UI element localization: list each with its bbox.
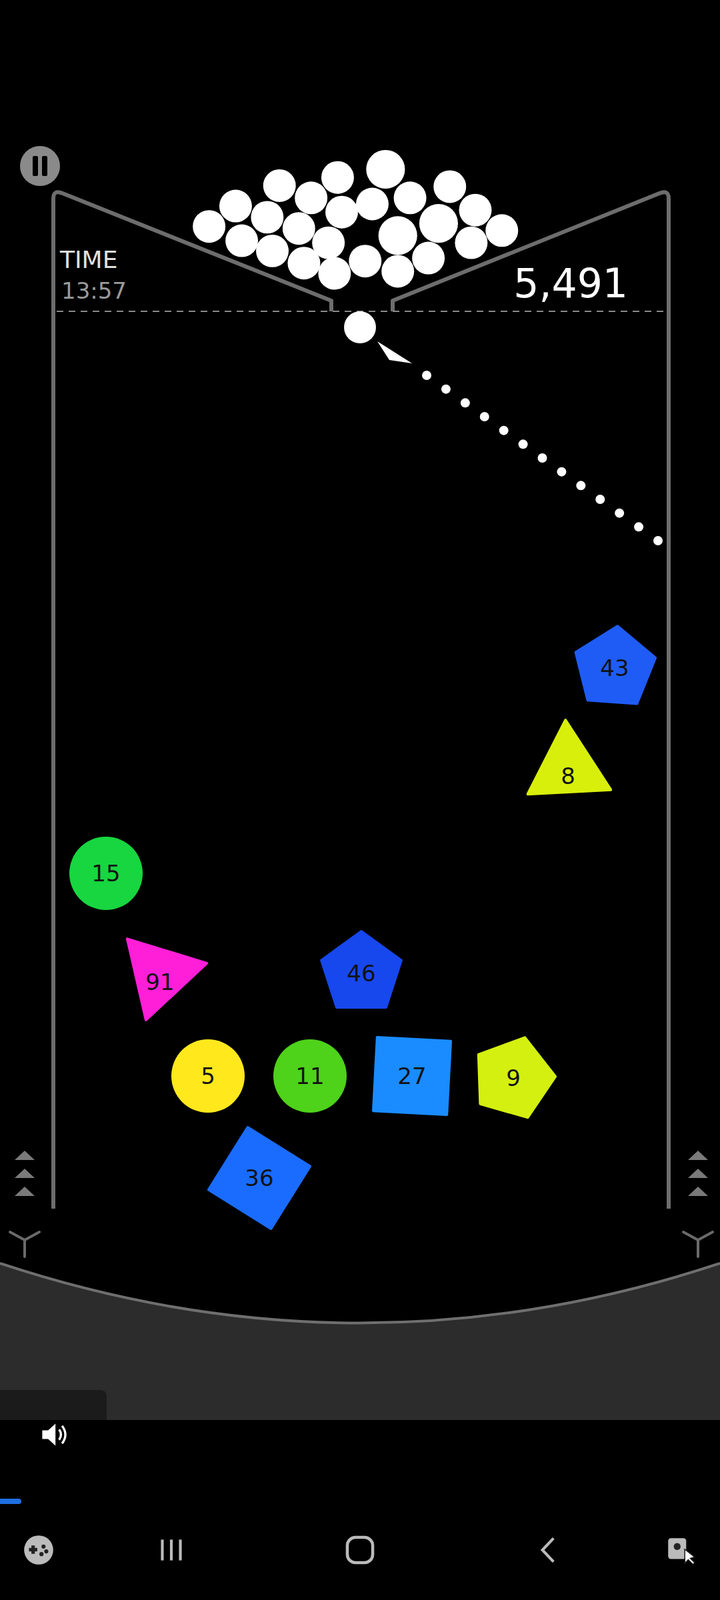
game-launcher-icon[interactable] (21, 1532, 56, 1568)
triangle-shape (127, 938, 207, 1020)
video-progress[interactable] (0, 1498, 720, 1504)
trajectory-dot (576, 480, 586, 490)
pause-icon[interactable] (20, 146, 60, 186)
shape-value: 5 (200, 1062, 216, 1090)
shape-value: 91 (145, 968, 174, 996)
recents-icon[interactable] (154, 1532, 189, 1568)
queued-ball (321, 161, 354, 194)
trajectory-dot (653, 536, 663, 546)
queued-ball (356, 188, 389, 221)
queued-ball (219, 190, 252, 223)
trajectory-dot (538, 453, 548, 463)
shape-value: 36 (244, 1164, 274, 1192)
shape-block: 27 (373, 1037, 451, 1115)
queued-ball (348, 244, 382, 278)
queued-ball (366, 150, 405, 189)
shape-value: 43 (600, 654, 629, 682)
trajectory-dot (614, 508, 624, 518)
shape-block: 5 (171, 1039, 245, 1113)
trajectory-dot (518, 439, 528, 449)
queued-ball (459, 194, 492, 227)
queued-ball (294, 181, 328, 214)
trajectory-dot (422, 370, 432, 380)
shape-value: 11 (295, 1062, 324, 1090)
trajectory-dot (556, 467, 566, 477)
video-controls (0, 1420, 720, 1527)
back-icon[interactable] (531, 1532, 566, 1568)
pentagon-shape (478, 1037, 556, 1118)
shape-block: 11 (273, 1039, 347, 1113)
shape-block: 36 (208, 1127, 310, 1229)
queued-ball (263, 169, 296, 202)
pentagon-shape (321, 931, 402, 1008)
shape-value: 46 (346, 960, 376, 987)
queued-ball (433, 170, 466, 204)
shape-value: 9 (506, 1064, 521, 1092)
shape-value: 15 (91, 860, 120, 887)
ball-hopper (192, 150, 518, 290)
circle-shape (273, 1039, 347, 1113)
queued-ball (192, 210, 226, 243)
current-ball[interactable] (344, 311, 376, 344)
shape-block: 8 (528, 720, 612, 794)
overlay-tab (0, 1390, 107, 1420)
queued-ball (282, 212, 316, 245)
queued-ball (419, 204, 458, 243)
queued-ball (378, 216, 418, 255)
nav-bar (0, 1526, 720, 1600)
queued-ball (256, 234, 289, 268)
time-value: 13:57 (61, 277, 127, 304)
floor (0, 1263, 720, 1420)
trajectory-dot (441, 384, 451, 394)
shape-value: 8 (560, 762, 576, 790)
queued-ball (250, 200, 284, 234)
pause-button[interactable] (20, 146, 60, 186)
left-boost-icon (14, 1150, 35, 1196)
square-shape (208, 1127, 310, 1229)
trajectory-dot (634, 522, 644, 532)
shape-block: 91 (127, 938, 207, 1020)
video-progress-fill (0, 1498, 22, 1504)
queued-ball (318, 257, 351, 290)
shape-value: 27 (397, 1062, 426, 1090)
trajectory-dot (460, 398, 470, 408)
shape-block: 46 (321, 931, 402, 1008)
queued-ball (394, 181, 427, 214)
triangle-shape (528, 720, 612, 794)
queued-ball (312, 226, 345, 260)
shape-block: 43 (576, 626, 656, 704)
circle-shape (69, 836, 143, 910)
queued-ball (454, 226, 488, 260)
shape-block: 15 (69, 836, 143, 910)
circle-shape (171, 1039, 245, 1113)
queued-ball (225, 224, 258, 258)
trajectory-dot (480, 412, 490, 422)
trajectory-dot (499, 426, 509, 436)
aim-trajectory (422, 370, 663, 546)
queued-ball (325, 196, 358, 229)
speaker-icon[interactable] (39, 1420, 69, 1450)
game-canvas[interactable]: TIME 13:57 5,491 43 8 15 91 46 5 11 27 9 36 (0, 0, 720, 1420)
right-fan-icon (683, 1232, 713, 1257)
left-fan-icon (10, 1232, 40, 1257)
accessibility-icon[interactable] (664, 1532, 699, 1568)
right-boost-icon (688, 1150, 708, 1196)
queued-ball (412, 242, 445, 275)
home-icon[interactable] (341, 1531, 379, 1569)
shape-block: 9 (478, 1037, 556, 1118)
time-label: TIME (59, 246, 118, 274)
trajectory-dot (595, 494, 605, 504)
queued-ball (485, 214, 518, 247)
queued-ball (381, 255, 414, 288)
score: 5,491 (513, 260, 628, 307)
aim-arrow-icon (377, 341, 412, 364)
game-screen: TIME 13:57 5,491 43 8 15 91 46 5 11 27 9 36 (0, 0, 720, 1600)
square-shape (373, 1037, 451, 1115)
pentagon-shape (576, 626, 656, 704)
